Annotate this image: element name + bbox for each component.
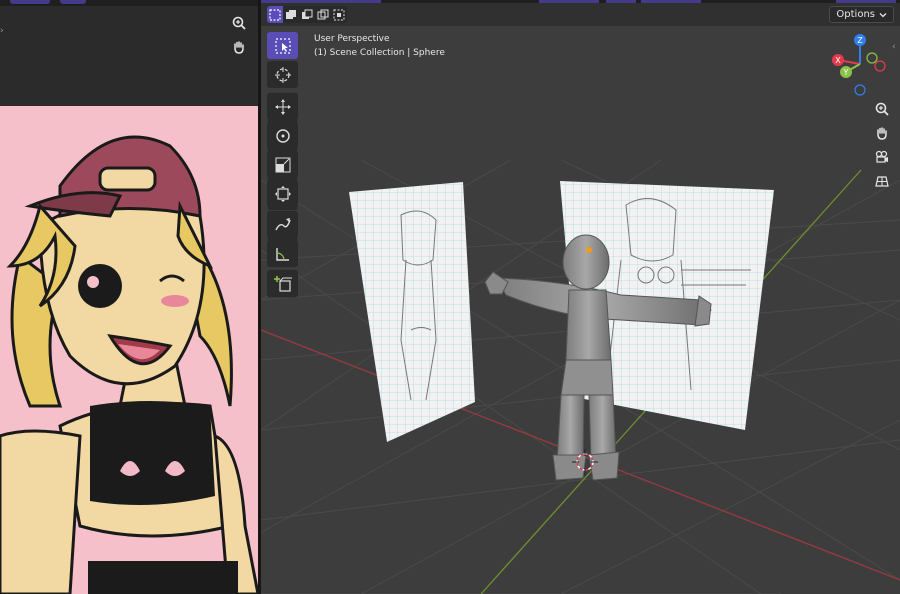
- camera-icon[interactable]: [871, 146, 893, 168]
- viewport-info-overlay: User Perspective (1) Scene Collection | …: [314, 32, 445, 60]
- select-subtract-icon[interactable]: [299, 6, 315, 23]
- select-invert-icon[interactable]: [315, 6, 331, 23]
- collapse-arrow-icon[interactable]: ›: [0, 26, 4, 36]
- gizmo-neg-z[interactable]: [854, 84, 866, 96]
- sidebar-toggle-icon[interactable]: ‹: [892, 42, 896, 52]
- zoom-icon[interactable]: [871, 98, 893, 120]
- navigation-gizmo[interactable]: Z X Y: [826, 30, 894, 98]
- rotate-tool[interactable]: [267, 122, 298, 149]
- pan-hand-icon[interactable]: [871, 122, 893, 144]
- select-new-icon[interactable]: [267, 6, 283, 23]
- add-cube-tool[interactable]: [267, 270, 298, 297]
- cursor-crosshair-icon: [274, 66, 291, 83]
- select-extend-icon[interactable]: [283, 6, 299, 23]
- chevron-down-icon: [879, 12, 887, 17]
- image-editor-tab[interactable]: [60, 0, 86, 4]
- gizmo-neg-y[interactable]: [866, 52, 878, 64]
- selection-mode-group: [267, 6, 347, 23]
- view-mode-label: User Perspective: [314, 34, 390, 44]
- pencil-annotate-icon: [274, 217, 291, 230]
- blender-window: › Options User Perspective (1) Scene Col…: [0, 0, 900, 594]
- transform-icon: [274, 185, 291, 202]
- transform-tool[interactable]: [267, 180, 298, 207]
- zoom-icon[interactable]: [228, 12, 250, 34]
- select-box-icon: [274, 37, 291, 54]
- gizmo-z-label: Z: [857, 36, 863, 45]
- 3d-viewport[interactable]: Options User Perspective (1) Scene Colle…: [261, 0, 900, 594]
- image-editor-tab[interactable]: [10, 0, 50, 4]
- select-intersect-icon[interactable]: [331, 6, 347, 23]
- select-box-tool[interactable]: [267, 32, 298, 59]
- workspace-tab[interactable]: [261, 0, 381, 3]
- move-arrows-icon: [274, 98, 291, 115]
- workspace-tab[interactable]: [606, 0, 636, 3]
- scale-tool[interactable]: [267, 151, 298, 178]
- grid-perspective-icon[interactable]: [871, 170, 893, 192]
- gizmo-x-label: X: [835, 56, 841, 65]
- rotate-icon: [275, 128, 290, 143]
- gizmo-y-label: Y: [843, 68, 849, 77]
- add-cube-icon: [273, 275, 292, 292]
- scale-icon: [275, 157, 290, 172]
- annotate-tool[interactable]: [267, 211, 298, 238]
- active-object-label: (1) Scene Collection | Sphere: [314, 48, 445, 58]
- image-editor-panel: ›: [0, 0, 258, 594]
- reference-image-canvas[interactable]: [0, 106, 258, 594]
- image-editor-header: ›: [0, 6, 258, 106]
- cursor-tool[interactable]: [267, 61, 298, 88]
- measure-ruler-icon: [275, 247, 289, 261]
- workspace-tab[interactable]: [836, 0, 896, 3]
- header-top-strip: [261, 0, 900, 3]
- move-tool[interactable]: [267, 93, 298, 120]
- options-dropdown[interactable]: Options: [829, 6, 894, 23]
- viewport-scene: [261, 0, 900, 594]
- pan-hand-icon[interactable]: [228, 36, 250, 58]
- workspace-tab[interactable]: [641, 0, 701, 3]
- measure-tool[interactable]: [267, 240, 298, 267]
- workspace-tab[interactable]: [539, 0, 599, 3]
- options-label: Options: [836, 9, 875, 20]
- gizmo-neg-x[interactable]: [874, 60, 886, 72]
- reference-drawing-image: [0, 106, 258, 594]
- viewport-header: Options: [261, 0, 900, 26]
